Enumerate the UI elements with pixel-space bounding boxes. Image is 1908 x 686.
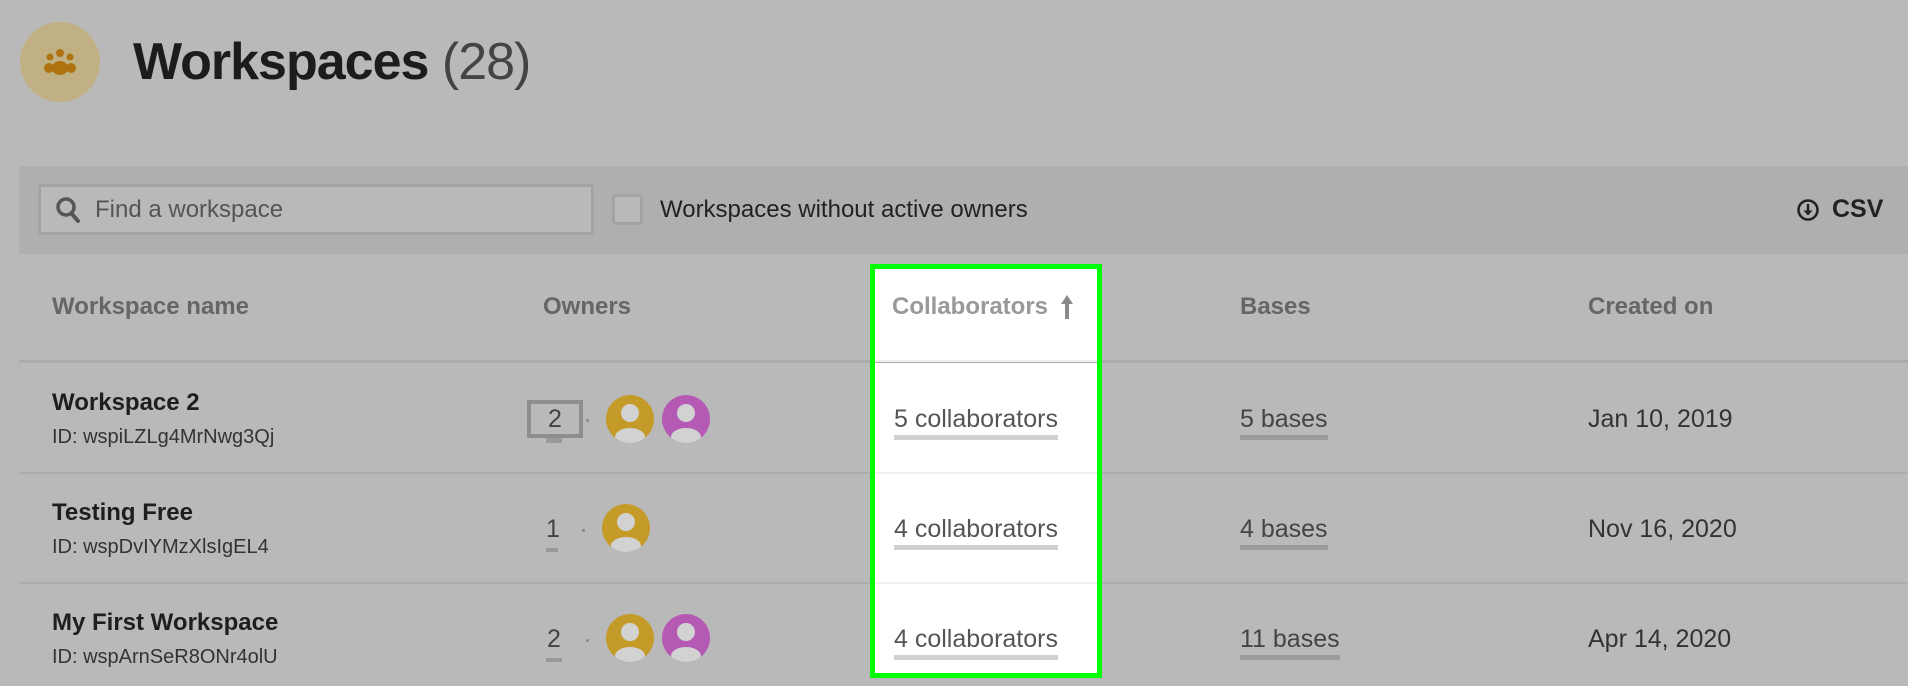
search-box[interactable]: [38, 184, 594, 235]
owner-count-badge[interactable]: 1: [546, 515, 560, 544]
owner-count: 2: [547, 625, 561, 653]
owner-count-underline: [546, 548, 558, 552]
column-header-name[interactable]: Workspace name: [52, 293, 249, 321]
owner-count-badge[interactable]: 2: [546, 625, 562, 654]
search-input[interactable]: [95, 195, 555, 224]
bases-link[interactable]: 5 bases: [1240, 405, 1328, 440]
column-header-owners[interactable]: Owners: [543, 293, 631, 321]
owner-avatar[interactable]: [662, 614, 710, 662]
without-owners-checkbox[interactable]: [612, 194, 643, 225]
download-circle-icon: [1797, 198, 1819, 221]
workspace-name[interactable]: Testing Free: [52, 499, 193, 527]
owner-count-badge[interactable]: 2: [527, 400, 583, 438]
highlight-box: [870, 264, 1102, 678]
bases-link[interactable]: 4 bases: [1240, 515, 1328, 550]
workspaces-avatar: [20, 22, 100, 102]
separator-dot: [586, 639, 589, 642]
owner-avatar[interactable]: [606, 614, 654, 662]
user-icon: [671, 404, 701, 443]
without-owners-label[interactable]: Workspaces without active owners: [660, 196, 1028, 224]
csv-download-button[interactable]: CSV: [1796, 195, 1883, 224]
bases-link[interactable]: 11 bases: [1240, 625, 1340, 660]
created-date: Nov 16, 2020: [1588, 515, 1737, 543]
owner-avatar[interactable]: [606, 395, 654, 443]
owner-count-underline: [546, 658, 562, 662]
owner-count-underline: [546, 438, 562, 443]
page-title-text: Workspaces: [133, 33, 429, 91]
page-title: Workspaces (28): [133, 32, 531, 92]
created-date: Jan 10, 2019: [1588, 405, 1733, 433]
workspace-id: ID: wspiLZLg4MrNwg3Qj: [52, 426, 275, 448]
separator-dot: [586, 419, 589, 422]
owner-avatar[interactable]: [662, 395, 710, 443]
created-date: Apr 14, 2020: [1588, 625, 1732, 653]
user-icon: [611, 513, 641, 552]
column-header-created[interactable]: Created on: [1588, 293, 1713, 321]
owner-avatar[interactable]: [602, 504, 650, 552]
workspace-count: (28): [441, 33, 531, 91]
user-icon: [615, 404, 645, 443]
users-group-icon: [44, 49, 76, 75]
user-icon: [671, 623, 701, 662]
workspace-name[interactable]: My First Workspace: [52, 609, 278, 637]
owner-count: 1: [546, 515, 560, 543]
search-icon: [56, 196, 80, 223]
workspace-id: ID: wspDvIYMzXlsIgEL4: [52, 536, 269, 558]
csv-label: CSV: [1832, 195, 1884, 223]
workspace-name[interactable]: Workspace 2: [52, 389, 200, 417]
column-header-bases[interactable]: Bases: [1240, 293, 1311, 321]
workspace-id: ID: wspArnSeR8ONr4olU: [52, 646, 278, 668]
owner-count: 2: [548, 404, 562, 433]
user-icon: [615, 623, 645, 662]
separator-dot: [582, 529, 585, 532]
